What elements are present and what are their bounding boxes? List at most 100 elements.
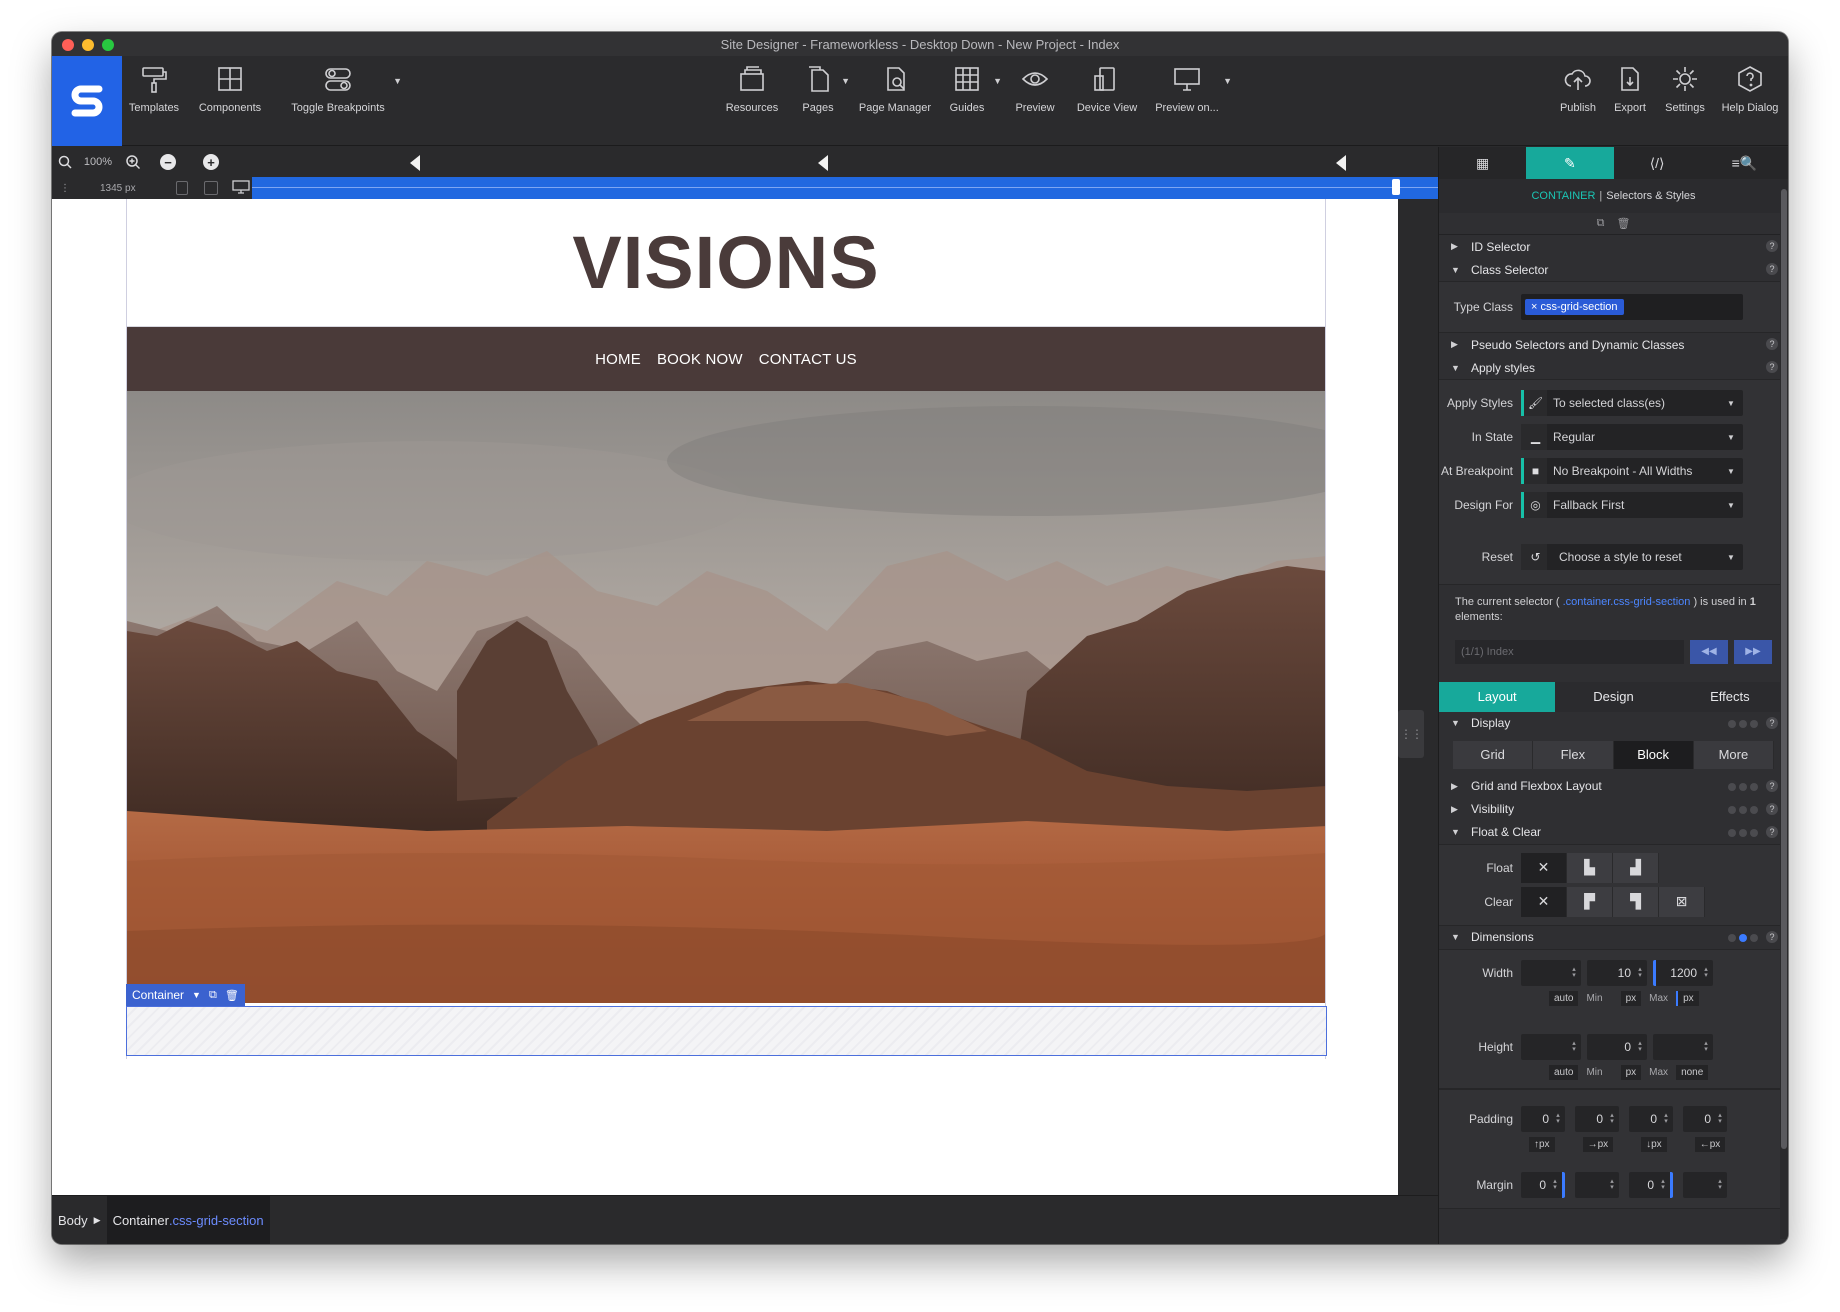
clear-none-icon[interactable]: ✕ [1521, 886, 1567, 917]
class-chip[interactable]: × css-grid-section [1525, 299, 1624, 315]
in-state-select[interactable]: ▁ Regular ▼ [1521, 424, 1743, 450]
tab-search[interactable]: ≡🔍 [1701, 147, 1788, 179]
margin-left-field[interactable] [1683, 1171, 1727, 1198]
breadcrumb-body[interactable]: Body ▶ [52, 1196, 107, 1244]
min-width-field[interactable]: 10 [1587, 959, 1647, 986]
help-icon[interactable]: ? [1766, 779, 1778, 792]
tab-effects[interactable]: Effects [1671, 681, 1788, 712]
breakpoint-track[interactable] [252, 177, 1438, 199]
preview-on-button[interactable]: Preview on... ▼ [1152, 62, 1232, 114]
ruler-drag-icon[interactable]: ⋮ [60, 183, 70, 194]
chevron-down-icon[interactable]: ▼ [192, 990, 201, 1000]
help-icon[interactable]: ? [1766, 338, 1778, 350]
section-display[interactable]: ▼ Display ? [1439, 712, 1788, 735]
pages-button[interactable]: Pages ▼ [796, 62, 850, 114]
max-width-field[interactable]: 1200 [1653, 959, 1713, 986]
settings-button[interactable]: Settings [1660, 62, 1710, 114]
max-height-unit[interactable]: none [1676, 1065, 1709, 1081]
usage-page-select[interactable]: (1/1) Index [1455, 639, 1684, 664]
close-window-button[interactable] [62, 39, 74, 51]
float-none-icon[interactable]: ✕ [1521, 852, 1567, 883]
clear-left-icon[interactable]: ▛ [1567, 886, 1613, 917]
tablet-icon[interactable] [204, 181, 218, 195]
minimize-window-button[interactable] [82, 39, 94, 51]
zoom-window-button[interactable] [102, 39, 114, 51]
padding-bottom-unit[interactable]: ↓px [1641, 1137, 1667, 1153]
chevron-down-icon[interactable]: ▼ [393, 76, 402, 86]
templates-button[interactable]: Templates [124, 62, 184, 114]
display-grid-option[interactable]: Grid [1453, 740, 1534, 769]
min-height-unit[interactable]: px [1620, 1065, 1642, 1081]
section-class-selector[interactable]: ▼ Class Selector ? [1439, 258, 1788, 281]
design-canvas[interactable]: VISIONS HOME BOOK NOW CONTACT US Contain… [52, 199, 1398, 1216]
preview-button[interactable]: Preview [1010, 62, 1060, 114]
nav-link-contact-us[interactable]: CONTACT US [759, 351, 857, 368]
apply-styles-select[interactable]: 🖌 To selected class(es) ▼ [1521, 390, 1743, 416]
chevron-down-icon[interactable]: ▼ [841, 76, 850, 86]
float-right-icon[interactable]: ▟ [1613, 852, 1659, 883]
container-selection-label[interactable]: Container ▼ ⧉ 🗑 [126, 984, 245, 1006]
padding-right-field[interactable]: 0 [1575, 1105, 1619, 1132]
site-title[interactable]: VISIONS [572, 220, 879, 305]
components-button[interactable]: Components [188, 62, 272, 114]
zoom-in-icon[interactable] [118, 147, 148, 177]
duplicate-icon[interactable]: ⧉ [1597, 217, 1605, 230]
section-grid-flexbox[interactable]: ▶ Grid and Flexbox Layout ? [1439, 775, 1788, 798]
help-icon[interactable]: ? [1766, 930, 1778, 943]
padding-left-field[interactable]: 0 [1683, 1105, 1727, 1132]
help-icon[interactable]: ? [1766, 802, 1778, 815]
at-breakpoint-select[interactable]: ■ No Breakpoint - All Widths ▼ [1521, 458, 1743, 484]
margin-bottom-field[interactable]: 0 [1629, 1171, 1673, 1198]
margin-right-field[interactable] [1575, 1171, 1619, 1198]
next-usage-button[interactable]: ▶▶ [1734, 639, 1772, 664]
tab-styles[interactable]: ✎ [1526, 147, 1614, 179]
site-nav[interactable]: HOME BOOK NOW CONTACT US [127, 327, 1325, 391]
nav-link-book-now[interactable]: BOOK NOW [657, 351, 743, 368]
previous-usage-button[interactable]: ◀◀ [1690, 639, 1728, 664]
tab-design[interactable]: Design [1555, 681, 1672, 712]
section-id-selector[interactable]: ▶ ID Selector ? [1439, 235, 1788, 258]
padding-bottom-field[interactable]: 0 [1629, 1105, 1673, 1132]
duplicate-icon[interactable]: ⧉ [209, 989, 217, 1002]
nav-link-home[interactable]: HOME [595, 351, 641, 368]
zoom-search-icon[interactable] [52, 147, 78, 177]
breakpoint-marker[interactable] [818, 155, 828, 171]
breakpoint-marker[interactable] [1336, 155, 1346, 171]
height-unit[interactable]: auto [1549, 1065, 1579, 1081]
device-view-button[interactable]: Device View [1072, 62, 1142, 114]
publish-button[interactable]: Publish [1556, 62, 1600, 114]
toggle-breakpoints-button[interactable]: Toggle Breakpoints ▼ [284, 62, 402, 114]
section-dimensions[interactable]: ▼ Dimensions ? [1439, 926, 1788, 949]
display-more-option[interactable]: More [1693, 740, 1774, 769]
max-width-unit[interactable]: px [1676, 991, 1699, 1007]
min-height-field[interactable]: 0 [1587, 1033, 1647, 1060]
zoom-out-button[interactable]: − [148, 147, 188, 177]
tab-layout[interactable]: Layout [1439, 681, 1556, 712]
padding-left-unit[interactable]: ←px [1694, 1137, 1726, 1153]
app-logo[interactable] [52, 56, 122, 146]
breadcrumb-container[interactable]: Container .css-grid-section [106, 1196, 270, 1244]
site-header[interactable]: VISIONS [127, 199, 1325, 327]
help-icon[interactable]: ? [1766, 825, 1778, 838]
phone-icon[interactable] [176, 181, 188, 195]
tab-grid[interactable]: ▦ [1439, 147, 1526, 179]
design-for-select[interactable]: ◎ Fallback First ▼ [1521, 492, 1743, 518]
float-left-icon[interactable]: ▙ [1567, 852, 1613, 883]
hero-image[interactable] [127, 391, 1325, 1003]
help-icon[interactable]: ? [1766, 716, 1778, 729]
section-pseudo-selectors[interactable]: ▶ Pseudo Selectors and Dynamic Classes ? [1439, 333, 1788, 356]
desktop-icon[interactable] [232, 179, 250, 197]
export-button[interactable]: Export [1608, 62, 1652, 114]
tab-code[interactable]: ⟨/⟩ [1614, 147, 1701, 179]
margin-top-field[interactable]: 0 [1521, 1171, 1565, 1198]
height-value-field[interactable] [1521, 1033, 1581, 1060]
help-icon[interactable]: ? [1766, 263, 1778, 275]
display-block-option[interactable]: Block [1613, 740, 1694, 769]
type-class-input[interactable]: × css-grid-section [1521, 294, 1743, 320]
clear-right-icon[interactable]: ▜ [1613, 886, 1659, 917]
resize-grip-icon[interactable]: ⋮⋮ [1398, 710, 1424, 758]
panel-scrollbar[interactable] [1780, 179, 1788, 1239]
trash-icon[interactable]: 🗑 [225, 989, 239, 1002]
trash-icon[interactable]: 🗑 [1616, 217, 1630, 230]
section-float-clear[interactable]: ▼ Float & Clear ? [1439, 821, 1788, 844]
